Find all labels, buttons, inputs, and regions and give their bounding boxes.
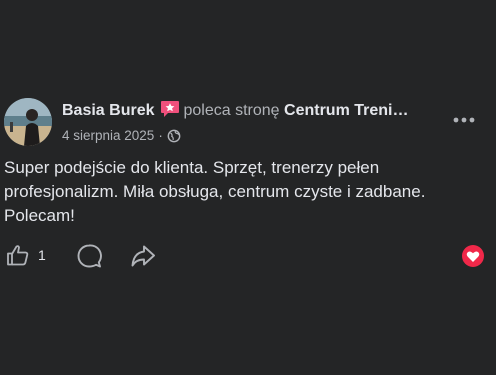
post-header: Basia Burek poleca stronę Centrum Treni… (62, 100, 442, 122)
post-actions: 1 (0, 238, 496, 274)
comment-button[interactable] (76, 243, 102, 269)
more-dots-icon (453, 117, 475, 123)
thumbs-up-icon (7, 245, 29, 266)
recommend-verb: poleca stronę (183, 102, 280, 119)
post-meta: 4 sierpnia 2025 · (62, 126, 181, 146)
post-date[interactable]: 4 sierpnia 2025 (62, 126, 154, 146)
heart-reaction-icon[interactable] (461, 244, 485, 268)
review-post: Basia Burek poleca stronę Centrum Treni… … (0, 0, 496, 375)
author-avatar[interactable] (4, 98, 52, 146)
globe-icon[interactable] (167, 129, 181, 143)
more-options-button[interactable] (449, 108, 479, 132)
post-text: Super podejście do klienta. Sprzęt, tren… (4, 158, 426, 225)
like-count: 1 (38, 247, 46, 263)
author-name[interactable]: Basia Burek (62, 102, 155, 119)
page-name-link[interactable]: Centrum Treni… (284, 102, 408, 119)
share-button[interactable] (130, 243, 156, 269)
recommend-badge-icon (160, 100, 180, 118)
avatar-photo (4, 98, 52, 146)
meta-separator: · (158, 128, 163, 143)
comment-bubble-icon (77, 244, 102, 268)
like-button[interactable]: 1 (6, 244, 46, 266)
share-arrow-icon (131, 245, 155, 267)
